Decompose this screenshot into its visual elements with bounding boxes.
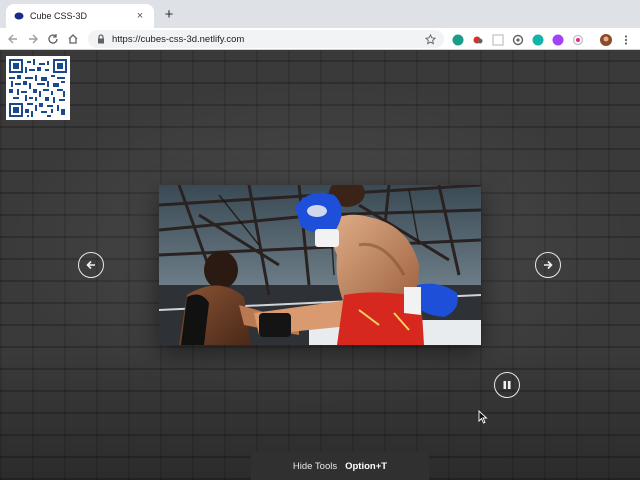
arrow-right-icon xyxy=(544,260,553,270)
cube-favicon-icon xyxy=(14,11,24,21)
back-button[interactable] xyxy=(4,30,22,48)
forward-button[interactable] xyxy=(24,30,42,48)
extension-grammarly-icon[interactable] xyxy=(452,33,464,46)
mouse-cursor-icon xyxy=(478,409,488,424)
reload-icon xyxy=(48,34,58,44)
menu-dots-icon[interactable] xyxy=(620,33,632,45)
lock-icon xyxy=(96,34,106,44)
hide-tools-shortcut: Option+T xyxy=(345,460,388,472)
extension-square-icon[interactable] xyxy=(492,33,504,46)
bookmark-star-icon[interactable] xyxy=(424,33,436,45)
url-text: https://cubes-css-3d.netlify.com xyxy=(112,33,245,45)
extension-red-icon[interactable] xyxy=(472,33,484,45)
page-background: Hide Tools Option+T xyxy=(0,50,640,480)
browser-tab[interactable]: Cube CSS-3D × xyxy=(6,4,154,28)
extension-teal-icon[interactable] xyxy=(532,33,544,46)
home-icon xyxy=(68,34,78,44)
extension-eye-icon[interactable] xyxy=(512,33,524,46)
new-tab-button[interactable]: + xyxy=(160,6,178,24)
tab-title: Cube CSS-3D xyxy=(30,11,88,21)
back-arrow-icon xyxy=(8,34,17,44)
kickboxer-photo xyxy=(159,185,481,345)
home-button[interactable] xyxy=(64,30,82,48)
qr-code xyxy=(6,56,70,120)
next-button[interactable] xyxy=(535,252,561,278)
extension-pink-icon[interactable] xyxy=(572,33,584,46)
avatar[interactable] xyxy=(600,33,612,46)
tab-close-icon[interactable]: × xyxy=(134,10,146,22)
tab-strip: Cube CSS-3D × + xyxy=(0,0,640,28)
pause-button[interactable] xyxy=(494,372,520,398)
arrow-left-icon xyxy=(86,260,95,270)
hide-tools-label: Hide Tools xyxy=(292,460,338,472)
address-bar[interactable]: https://cubes-css-3d.netlify.com xyxy=(88,30,444,48)
pause-icon xyxy=(503,381,511,389)
reload-button[interactable] xyxy=(44,30,62,48)
cube-image-face xyxy=(159,185,481,345)
hide-tools-bar[interactable]: Hide Tools Option+T xyxy=(251,452,429,480)
extension-purple-icon[interactable] xyxy=(552,33,564,46)
browser-toolbar: https://cubes-css-3d.netlify.com xyxy=(0,28,640,50)
forward-arrow-icon xyxy=(29,34,38,44)
previous-button[interactable] xyxy=(78,252,104,278)
